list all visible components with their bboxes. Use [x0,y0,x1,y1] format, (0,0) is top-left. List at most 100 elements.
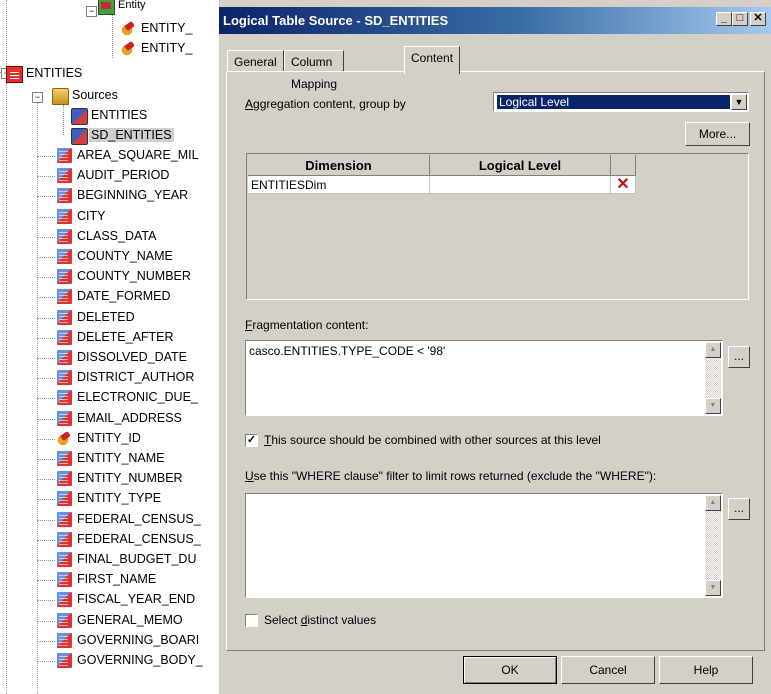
tree-connector [37,539,55,541]
scroll-down-icon[interactable]: ▼ [705,398,721,414]
where-expression-button[interactable]: ... [728,498,750,520]
where-clause-textarea[interactable]: ▲ ▼ [245,493,723,598]
tree-item-column[interactable]: CITY [57,207,105,226]
tree-connector [112,14,113,58]
scroll-up-icon[interactable]: ▲ [705,342,721,358]
tree-item-entities-table[interactable]: ENTITIES [6,64,82,83]
logical-table-icon [6,66,23,83]
column-icon [57,632,72,648]
scroll-down-icon[interactable]: ▼ [705,580,721,596]
chevron-down-icon[interactable]: ▼ [731,94,747,110]
aggregation-group-by-select[interactable]: Logical Level ▼ [493,92,749,112]
tree-item-column[interactable]: ENTITY_ID [57,429,141,448]
tree-item-column[interactable]: DISSOLVED_DATE [57,348,187,367]
delete-row-icon[interactable]: ✕ [611,176,636,194]
where-clause-label: Use this "WHERE clause" filter to limit … [245,469,657,483]
column-icon [57,168,72,184]
tree-item-sources[interactable]: Sources [52,86,118,105]
scroll-up-icon[interactable]: ▲ [705,495,721,511]
dimension-grid: Dimension Logical Level ENTITIESDim ✕ [246,153,749,300]
tree-connector [37,560,55,561]
fragmentation-textarea[interactable]: casco.ENTITIES.TYPE_CODE < '98' ▲ ▼ [245,340,723,416]
fragmentation-expression-button[interactable]: ... [728,346,750,368]
tree-item-column[interactable]: FEDERAL_CENSUS_ [57,510,201,529]
cell-logical-level[interactable] [430,176,611,194]
tree-item-column[interactable]: ENTITY_NAME [57,449,165,468]
tree-connector [37,378,55,380]
tree-connector [37,600,55,602]
tab-general[interactable]: General [227,50,284,72]
tree-item-column[interactable]: CLASS_DATA [57,227,156,246]
tree-item-column[interactable]: BEGINNING_YEAR [57,186,188,205]
collapse-toggle[interactable]: − [86,6,97,17]
more-button[interactable]: More... [685,122,750,146]
tree-item-column[interactable]: FISCAL_YEAR_END [57,590,195,609]
close-button[interactable]: ✕ [750,12,766,26]
tree-connector [6,0,7,694]
fragmentation-scrollbar[interactable]: ▲ ▼ [705,342,721,414]
collapse-toggle[interactable]: − [32,92,43,103]
tree-connector [37,176,55,178]
key-icon [121,41,136,56]
dialog-title: Logical Table Source - SD_ENTITIES [223,13,449,28]
select-distinct-checkbox[interactable] [245,614,258,627]
tree-item-column[interactable]: GOVERNING_BOARI [57,631,199,650]
combine-sources-checkbox[interactable]: ✓ [245,434,258,447]
tree-item-column[interactable]: DATE_FORMED [57,287,171,306]
tree-item-column[interactable]: FIRST_NAME [57,570,156,589]
tree-connector [37,661,55,662]
tree-item-column[interactable]: FEDERAL_CENSUS_ [57,530,201,549]
key-icon [57,430,72,446]
maximize-button[interactable]: □ [732,12,748,26]
tree-connector [37,479,55,481]
tree-connector [37,257,55,258]
tree-item-entity-key[interactable]: ENTITY_ [121,19,192,38]
aggregation-label: Aggregation content, group by [245,97,406,111]
tree-connector [37,337,55,339]
tree-item-column[interactable]: GENERAL_MEMO [57,611,183,630]
cancel-button[interactable]: Cancel [561,656,655,684]
tree-connector [37,640,55,642]
tree-item-column[interactable]: AUDIT_PERIOD [57,166,169,185]
tree-item-column[interactable]: COUNTY_NAME [57,247,173,266]
key-icon [121,21,136,36]
tree-item-entity-key[interactable]: ENTITY_ [121,39,192,58]
tree-item-column[interactable]: ELECTRONIC_DUE_ [57,388,198,407]
column-icon [57,592,72,608]
fragmentation-value: casco.ENTITIES.TYPE_CODE < '98' [249,344,446,358]
table-source-icon [71,108,88,125]
tree-connector [37,459,55,460]
where-clause-scrollbar[interactable]: ▲ ▼ [705,495,721,596]
tree-connector [37,519,55,521]
column-header-actions [611,155,636,176]
tree-item-column[interactable]: DISTRICT_AUTHOR [57,368,194,387]
tree-item-column[interactable]: DELETE_AFTER [57,328,174,347]
tree-item-column[interactable]: EMAIL_ADDRESS [57,409,182,428]
help-button[interactable]: Help [659,656,753,684]
cell-dimension[interactable]: ENTITIESDim [248,176,430,194]
column-icon [57,350,72,365]
ok-button[interactable]: OK [463,656,557,684]
tab-column-mapping[interactable]: Column Mapping [284,50,345,91]
column-icon [57,612,72,628]
tree-connector [37,580,55,582]
repository-tree: − Entity ENTITY_ ENTITY_ − ENTITIES − So… [0,0,218,694]
tab-content[interactable]: Content [404,46,461,74]
tree-connector [37,358,55,359]
minimize-button[interactable]: _ [716,12,732,26]
tree-item-source-entities[interactable]: ENTITIES [71,106,147,125]
tree-item-column[interactable]: AREA_SQUARE_MIL [57,146,199,165]
tree-item-column[interactable]: DELETED [57,308,135,327]
tree-item-column[interactable]: ENTITY_NUMBER [57,469,183,488]
tree-item-column[interactable]: FINAL_BUDGET_DU [57,550,196,569]
tree-item-entity[interactable]: Entity [98,0,146,15]
tree-item-column[interactable]: GOVERNING_BODY_ [57,651,203,670]
title-bar[interactable]: Logical Table Source - SD_ENTITIES _ □ ✕ [219,7,771,34]
tree-item-column[interactable]: ENTITY_TYPE [57,489,161,508]
column-icon [57,491,72,507]
tree-item-column[interactable]: COUNTY_NUMBER [57,267,191,286]
tree-item-source-sd-entities[interactable]: SD_ENTITIES [71,126,174,145]
column-header-dimension: Dimension [248,155,430,176]
tree-connector [37,418,55,420]
combine-sources-label: This source should be combined with othe… [264,433,601,447]
